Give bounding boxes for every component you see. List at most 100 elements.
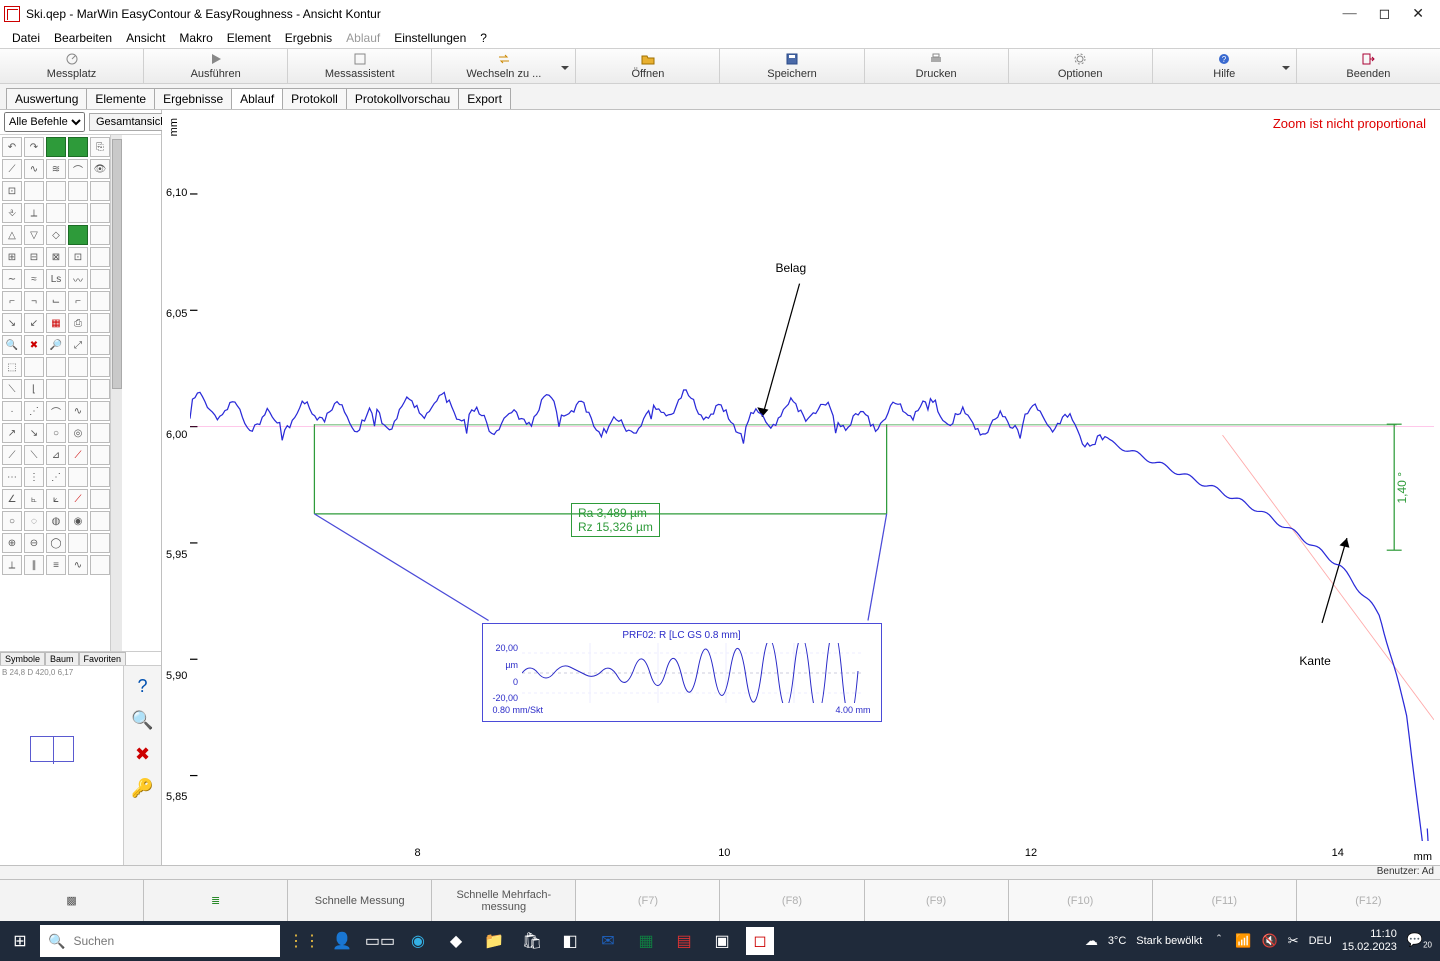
maximize-button[interactable]: ◻ xyxy=(1379,6,1391,23)
tool-button[interactable]: ⊞ xyxy=(2,247,22,267)
palette-tab-favoriten[interactable]: Favoriten xyxy=(79,652,127,665)
tool-button[interactable]: ∿ xyxy=(68,401,88,421)
tool-button[interactable]: 🔍 xyxy=(2,335,22,355)
tool-button[interactable]: ∥ xyxy=(24,555,44,575)
tool-button[interactable] xyxy=(90,489,110,509)
tool-button[interactable]: ⟂ xyxy=(2,555,22,575)
side-help-button[interactable]: ? xyxy=(129,672,157,700)
tool-button[interactable]: ⌒ xyxy=(46,401,66,421)
side-zoom-button[interactable]: 🔍 xyxy=(129,706,157,734)
tool-button[interactable]: ○ xyxy=(46,423,66,443)
tab-auswertung[interactable]: Auswertung xyxy=(6,88,87,109)
tool-button[interactable] xyxy=(90,533,110,553)
tool-button[interactable]: ⌐ xyxy=(68,291,88,311)
menu-datei[interactable]: Datei xyxy=(6,31,46,45)
tool-button[interactable]: ⊕ xyxy=(2,533,22,553)
outlook-icon[interactable]: ✉ xyxy=(594,927,622,955)
close-button[interactable]: ✕ xyxy=(1412,6,1424,23)
tb-ausfuehren[interactable]: Ausführen xyxy=(144,49,288,83)
tool-button[interactable] xyxy=(90,423,110,443)
tool-button[interactable]: ≡ xyxy=(46,555,66,575)
tool-button[interactable]: ↗ xyxy=(2,423,22,443)
tool-button[interactable]: 👁 xyxy=(90,159,110,179)
tab-protokoll[interactable]: Protokoll xyxy=(282,88,347,109)
tool-button[interactable]: ∿ xyxy=(24,159,44,179)
tool-button[interactable]: ◉ xyxy=(68,511,88,531)
tool-button[interactable] xyxy=(68,203,88,223)
tool-button[interactable] xyxy=(90,181,110,201)
tool-button[interactable]: ▽ xyxy=(24,225,44,245)
commands-combobox[interactable]: Alle Befehle xyxy=(4,112,85,132)
people-icon[interactable]: 👤 xyxy=(328,927,356,955)
tool-button[interactable]: ⊡ xyxy=(2,181,22,201)
tool-button[interactable]: ⟋ xyxy=(2,159,22,179)
tb-messplatz[interactable]: Messplatz xyxy=(0,49,144,83)
tool-button[interactable]: ⋯ xyxy=(2,467,22,487)
tool-button[interactable] xyxy=(46,357,66,377)
tab-ergebnisse[interactable]: Ergebnisse xyxy=(154,88,232,109)
tool-button[interactable]: ⎙ xyxy=(68,313,88,333)
menu-ergebnis[interactable]: Ergebnis xyxy=(279,31,338,45)
tool-button[interactable]: ↶ xyxy=(2,137,22,157)
tool-button[interactable]: ⋰ xyxy=(46,467,66,487)
start-button[interactable]: ⊞ xyxy=(0,921,40,961)
tb-wechseln[interactable]: Wechseln zu ... xyxy=(432,49,576,83)
tool-button[interactable]: ↷ xyxy=(24,137,44,157)
tool-button[interactable] xyxy=(46,137,66,157)
tool-button[interactable] xyxy=(68,357,88,377)
tool-button[interactable] xyxy=(46,181,66,201)
minimize-button[interactable]: — xyxy=(1343,6,1357,23)
tool-button[interactable]: ▦ xyxy=(46,313,66,333)
tool-button[interactable]: ⬚ xyxy=(2,357,22,377)
tool-button[interactable]: ⊖ xyxy=(24,533,44,553)
tab-export[interactable]: Export xyxy=(458,88,511,109)
fkey-f4[interactable]: ≣ xyxy=(144,880,288,921)
taskview-icon[interactable]: ▭▭ xyxy=(366,927,394,955)
tb-optionen[interactable]: Optionen xyxy=(1009,49,1153,83)
tool-button[interactable]: ⟋ xyxy=(2,445,22,465)
tool-button[interactable] xyxy=(68,181,88,201)
edge-icon[interactable]: ◉ xyxy=(404,927,432,955)
tool-button[interactable]: ↙ xyxy=(24,313,44,333)
tool-button[interactable] xyxy=(90,555,110,575)
tool-button[interactable]: ¬ xyxy=(24,291,44,311)
tool-button[interactable]: ○ xyxy=(2,511,22,531)
tool-button[interactable] xyxy=(90,511,110,531)
tool-button[interactable]: ⦜ xyxy=(24,489,44,509)
side-key-button[interactable]: 🔑 xyxy=(129,774,157,802)
tool-button[interactable] xyxy=(90,203,110,223)
tool-button[interactable]: ⟍ xyxy=(2,379,22,399)
tool-button[interactable]: 🔎 xyxy=(46,335,66,355)
tool-button[interactable]: ⎀ xyxy=(2,203,22,223)
tool-button[interactable]: ⋰ xyxy=(24,401,44,421)
menu-bearbeiten[interactable]: Bearbeiten xyxy=(48,31,118,45)
tool-button[interactable] xyxy=(46,379,66,399)
menu-makro[interactable]: Makro xyxy=(173,31,218,45)
tool-button[interactable] xyxy=(46,203,66,223)
tool-button[interactable]: ◎ xyxy=(68,423,88,443)
palette-scrollbar[interactable] xyxy=(110,135,122,651)
tool-button[interactable] xyxy=(90,225,110,245)
tool-button[interactable]: ⎘ xyxy=(90,137,110,157)
tb-hilfe[interactable]: ?Hilfe xyxy=(1153,49,1297,83)
tool-button[interactable]: ◯ xyxy=(46,533,66,553)
chart-area[interactable]: mm Zoom ist nicht proportional 6,10 6,05… xyxy=(162,110,1440,865)
tray-chevron-icon[interactable]: ＾ xyxy=(1212,932,1225,951)
tool-button[interactable]: ◍ xyxy=(46,511,66,531)
menu-ansicht[interactable]: Ansicht xyxy=(120,31,171,45)
tool-button[interactable]: ⤢ xyxy=(68,335,88,355)
tool-button[interactable] xyxy=(90,401,110,421)
language-indicator[interactable]: DEU xyxy=(1309,935,1332,947)
tray-clock[interactable]: 11:1015.02.2023 xyxy=(1342,928,1397,954)
notifications-icon[interactable]: 💬20 xyxy=(1407,932,1432,950)
tool-button[interactable]: ⊿ xyxy=(46,445,66,465)
tool-button[interactable] xyxy=(90,335,110,355)
marwin-taskbar-icon[interactable]: ◻ xyxy=(746,927,774,955)
tool-button[interactable] xyxy=(90,247,110,267)
tool-button[interactable] xyxy=(68,467,88,487)
cortana-icon[interactable]: ⋮⋮ xyxy=(290,927,318,955)
tool-button[interactable]: ↘ xyxy=(24,423,44,443)
tool-button[interactable]: ≈ xyxy=(24,269,44,289)
tool-button[interactable] xyxy=(90,467,110,487)
tool-button[interactable]: ∼ xyxy=(2,269,22,289)
